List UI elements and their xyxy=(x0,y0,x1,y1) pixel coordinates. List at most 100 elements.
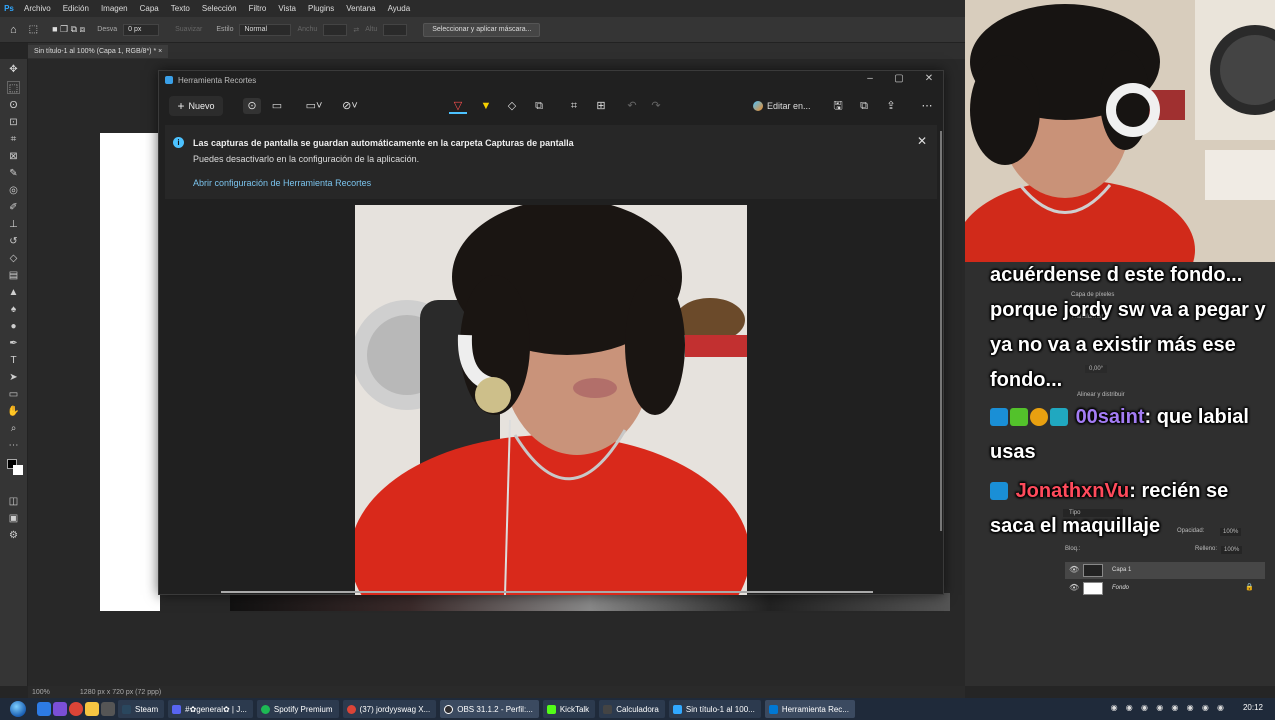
background-color-swatch[interactable] xyxy=(13,465,23,475)
menu-vista[interactable]: Vista xyxy=(272,4,302,13)
start-button[interactable] xyxy=(0,698,36,720)
zoom-tool-icon[interactable]: ⌕ xyxy=(7,422,20,435)
menu-capa[interactable]: Capa xyxy=(134,4,165,13)
video-mode-icon[interactable]: ▭ xyxy=(269,98,285,114)
marquee-tool-icon[interactable]: ⬚ xyxy=(7,81,20,94)
chat-username[interactable]: JonathxnVu xyxy=(1016,480,1130,502)
gradient-tool-icon[interactable]: ▤ xyxy=(7,269,20,282)
hand-tool-icon[interactable]: ✋ xyxy=(7,405,20,418)
vertical-scrollbar[interactable] xyxy=(940,131,942,531)
shapes-icon[interactable]: ⧉ xyxy=(530,98,548,114)
explorer-icon[interactable] xyxy=(85,702,99,716)
taskbar-item-obs[interactable]: OBS 31.1.2 - Perfil:... xyxy=(440,700,539,718)
app-icon[interactable] xyxy=(53,702,67,716)
edge-icon[interactable] xyxy=(37,702,51,716)
dismiss-banner-icon[interactable]: ✕ xyxy=(917,134,927,148)
layer-row-capa-1[interactable]: 👁 Capa 1 xyxy=(1065,562,1265,579)
feather-input[interactable]: 0 px xyxy=(123,23,160,36)
style-select[interactable]: Normal xyxy=(239,23,292,36)
chat-username[interactable]: 00saint xyxy=(1076,406,1145,428)
taskbar-item-chrome[interactable]: (37) jordyyswag X... xyxy=(342,700,437,718)
height-input[interactable] xyxy=(383,23,408,36)
taskbar-item-spotify[interactable]: Spotify Premium xyxy=(256,700,339,718)
dodge-burn-icon[interactable]: ● xyxy=(7,320,20,333)
edit-in-button[interactable]: Editar en... xyxy=(753,98,811,114)
path-select-tool-icon[interactable]: ➤ xyxy=(7,371,20,384)
brush-tool-icon[interactable]: ✐ xyxy=(7,201,20,214)
menu-ayuda[interactable]: Ayuda xyxy=(382,4,417,13)
healing-tool-icon[interactable]: ◎ xyxy=(7,184,20,197)
screenshot-mode-icon[interactable]: ⊙ xyxy=(243,98,261,114)
more-tools-icon[interactable]: ⋯ xyxy=(7,439,20,452)
selection-mode-icons[interactable]: ■ ❐ ⧉ ⧈ xyxy=(52,24,85,35)
eraser-icon[interactable]: ◇ xyxy=(503,98,521,114)
pen-icon[interactable]: ▽ xyxy=(449,98,467,114)
menu-seleccion[interactable]: Selección xyxy=(196,4,243,13)
visibility-eye-icon[interactable]: 👁 xyxy=(1069,565,1079,574)
taskbar-item-snipping-tool[interactable]: Herramienta Rec... xyxy=(764,700,855,718)
eyedropper-tool-icon[interactable]: ✎ xyxy=(7,167,20,180)
taskbar-item-discord[interactable]: #✿general✿ | J... xyxy=(168,700,253,718)
lasso-tool-icon[interactable]: ʘ xyxy=(7,99,20,112)
redo-icon[interactable]: ↷ xyxy=(648,98,664,114)
snipping-tool-titlebar[interactable]: Herramienta Recortes – ▢ ✕ xyxy=(159,71,945,89)
system-tray-icons[interactable]: ◉ ◉ ◉ ◉ ◉ ◉ ◉ ◉ xyxy=(1111,703,1227,712)
pen-tool-icon[interactable]: ✒ xyxy=(7,337,20,350)
app-icon[interactable] xyxy=(101,702,115,716)
delay-dropdown-icon[interactable]: ⊘˅ xyxy=(339,98,361,114)
home-icon[interactable]: ⌂ xyxy=(10,24,17,36)
taskbar-item-steam[interactable]: Steam xyxy=(118,700,165,718)
marquee-tool-icon[interactable]: ⬚ xyxy=(29,24,38,35)
frame-tool-icon[interactable]: ⊠ xyxy=(7,150,20,163)
snip-shape-dropdown-icon[interactable]: ▭˅ xyxy=(303,98,325,114)
maximize-icon[interactable]: ▢ xyxy=(892,73,906,84)
crop-icon[interactable]: ⌗ xyxy=(565,98,583,114)
select-and-mask-button[interactable]: Seleccionar y aplicar máscara... xyxy=(423,22,541,37)
document-canvas[interactable] xyxy=(100,133,160,611)
horizontal-scrollbar[interactable] xyxy=(221,591,873,593)
more-options-icon[interactable]: ⋯ xyxy=(919,98,935,114)
document-tab[interactable]: Sin título-1 al 100% (Capa 1, RGB/8*) * … xyxy=(28,44,169,58)
quick-mask-icon[interactable]: ◫ xyxy=(7,495,20,508)
width-input[interactable] xyxy=(323,23,348,36)
object-select-tool-icon[interactable]: ⊡ xyxy=(7,116,20,129)
undo-icon[interactable]: ↶ xyxy=(624,98,640,114)
blur-tool-icon[interactable]: ▲ xyxy=(7,286,20,299)
close-icon[interactable]: ✕ xyxy=(922,73,936,84)
text-actions-icon[interactable]: ⊞ xyxy=(592,98,610,114)
taskbar-item-photoshop[interactable]: Sin título-1 al 100... xyxy=(668,700,761,718)
menu-filtro[interactable]: Filtro xyxy=(243,4,273,13)
highlighter-icon[interactable]: ▼ xyxy=(477,98,495,114)
photoshop-logo-icon[interactable]: Ps xyxy=(0,0,18,17)
chrome-icon[interactable] xyxy=(69,702,83,716)
shape-tool-icon[interactable]: ▭ xyxy=(7,388,20,401)
type-tool-icon[interactable]: T xyxy=(7,354,20,367)
menu-archivo[interactable]: Archivo xyxy=(18,4,57,13)
copy-icon[interactable]: ⧉ xyxy=(856,98,872,114)
taskbar-clock[interactable]: 20:12 xyxy=(1243,703,1263,712)
edit-toolbar-icon[interactable]: ⚙ xyxy=(7,529,20,542)
screen-mode-icon[interactable]: ▣ xyxy=(7,512,20,525)
menu-ventana[interactable]: Ventana xyxy=(340,4,381,13)
menu-imagen[interactable]: Imagen xyxy=(95,4,134,13)
stamp-tool-icon[interactable]: ⊥ xyxy=(7,218,20,231)
dodge-tool-icon[interactable]: ♠ xyxy=(7,303,20,316)
menu-edicion[interactable]: Edición xyxy=(57,4,95,13)
eraser-tool-icon[interactable]: ◇ xyxy=(7,252,20,265)
new-snip-button[interactable]: + Nuevo xyxy=(169,96,223,116)
taskbar-item-kicktalk[interactable]: KickTalk xyxy=(542,700,596,718)
captured-screenshot[interactable] xyxy=(355,205,747,595)
history-brush-icon[interactable]: ↺ xyxy=(7,235,20,248)
move-tool-icon[interactable]: ✥ xyxy=(7,63,20,76)
crop-tool-icon[interactable]: ⌗ xyxy=(7,133,20,146)
menu-plugins[interactable]: Plugins xyxy=(302,4,340,13)
swap-icon[interactable]: ⇄ xyxy=(353,26,359,34)
minimize-icon[interactable]: – xyxy=(863,73,877,84)
antialias-label[interactable]: Suavizar xyxy=(175,26,202,33)
visibility-eye-icon[interactable]: 👁 xyxy=(1069,583,1079,592)
zoom-level[interactable]: 100% xyxy=(32,689,50,696)
save-icon[interactable]: 🖫 xyxy=(830,98,846,114)
taskbar-item-calculator[interactable]: Calculadora xyxy=(599,700,665,718)
fill-input[interactable]: 100% xyxy=(1221,546,1243,554)
open-settings-link[interactable]: Abrir configuración de Herramienta Recor… xyxy=(193,178,371,188)
